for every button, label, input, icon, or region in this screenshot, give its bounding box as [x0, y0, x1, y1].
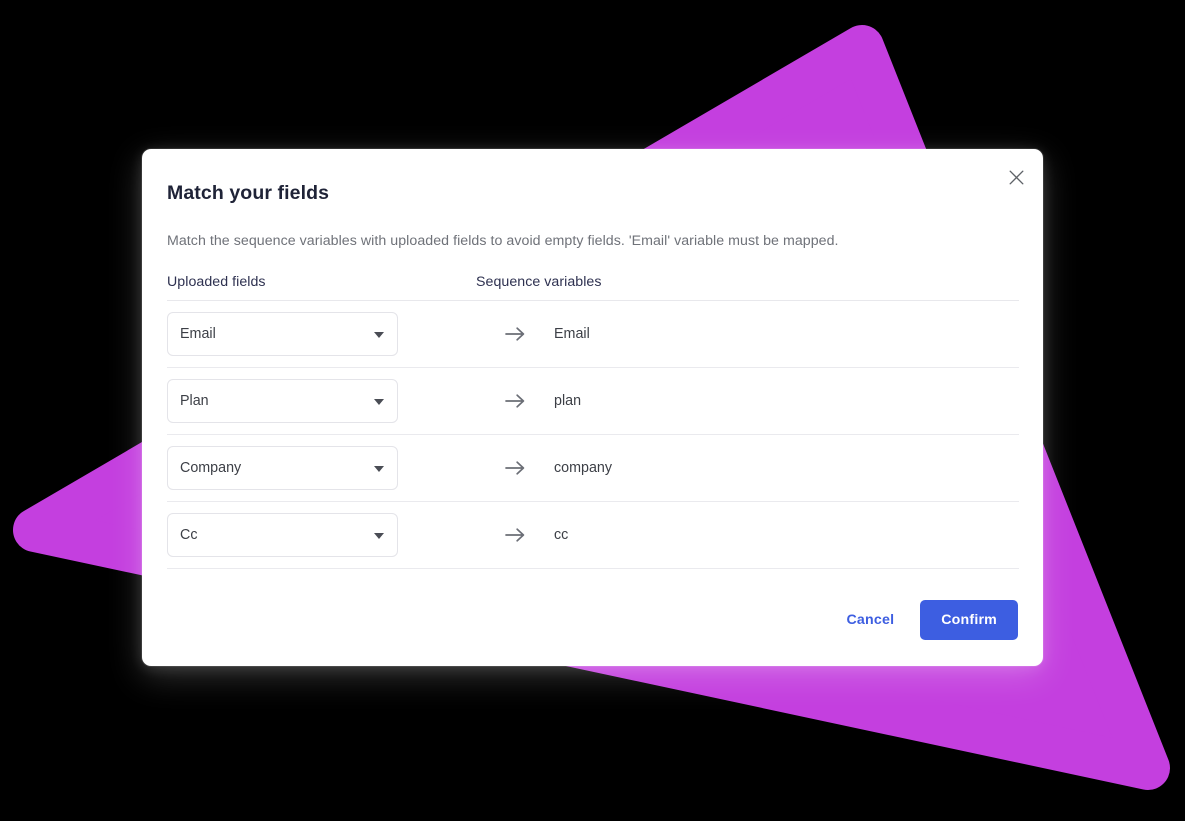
table-row: Company company	[167, 435, 1019, 502]
chevron-down-icon	[374, 399, 384, 405]
match-fields-dialog: Match your fields Match the sequence var…	[142, 149, 1043, 666]
sequence-variable-value: plan	[554, 393, 582, 409]
page-title: Match your fields	[167, 182, 330, 204]
sequence-variable-value: Email	[554, 326, 590, 342]
screen: Match your fields Match the sequence var…	[0, 0, 1185, 821]
uploaded-field-select-1[interactable]: Plan	[167, 379, 398, 423]
confirm-button[interactable]: Confirm	[920, 600, 1018, 640]
uploaded-field-value: Company	[180, 460, 242, 476]
uploaded-field-value: Email	[180, 326, 216, 342]
cancel-button[interactable]: Cancel	[830, 602, 910, 638]
table-row: Email Email	[167, 301, 1019, 368]
uploaded-field-select-0[interactable]: Email	[167, 312, 398, 356]
uploaded-field-select-3[interactable]: Cc	[167, 513, 398, 557]
arrow-right-icon	[476, 326, 554, 342]
chevron-down-icon	[374, 332, 384, 338]
chevron-down-icon	[374, 466, 384, 472]
arrow-right-icon	[476, 460, 554, 476]
chevron-down-icon	[374, 533, 384, 539]
uploaded-field-value: Cc	[180, 527, 198, 543]
arrow-right-icon	[476, 393, 554, 409]
dialog-description: Match the sequence variables with upload…	[167, 233, 839, 249]
uploaded-field-value: Plan	[180, 393, 209, 409]
table-row: Cc cc	[167, 502, 1019, 569]
arrow-right-icon	[476, 527, 554, 543]
table-row: Plan plan	[167, 368, 1019, 435]
field-mapping-table: Uploaded fields Sequence variables Email	[167, 273, 1019, 569]
close-icon[interactable]	[1002, 163, 1030, 191]
sequence-variable-value: company	[554, 460, 613, 476]
column-header-uploaded-fields: Uploaded fields	[167, 274, 266, 290]
sequence-variable-value: cc	[554, 527, 569, 543]
table-header-row: Uploaded fields Sequence variables	[167, 273, 1019, 301]
dialog-footer: Cancel Confirm	[830, 600, 1018, 640]
column-header-sequence-variables: Sequence variables	[476, 274, 602, 290]
uploaded-field-select-2[interactable]: Company	[167, 446, 398, 490]
